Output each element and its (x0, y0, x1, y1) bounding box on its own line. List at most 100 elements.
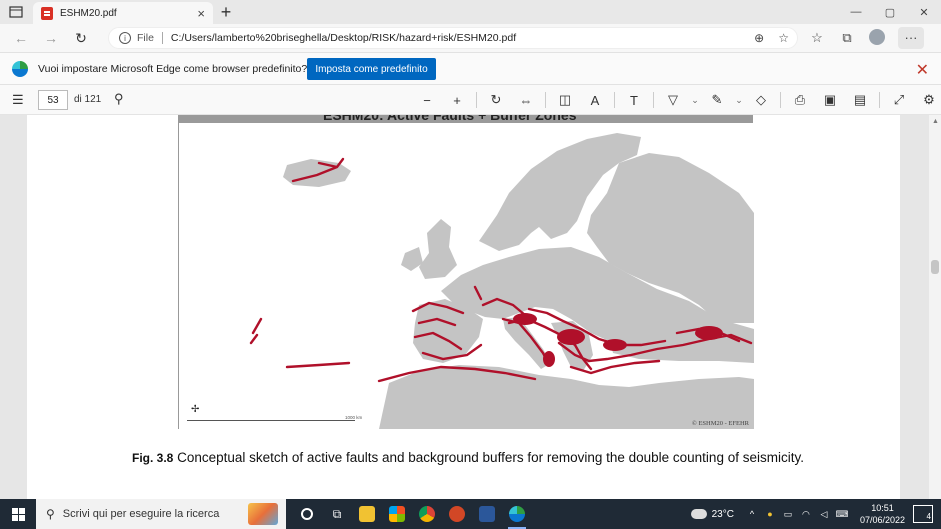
more-options-button[interactable]: ··· (898, 27, 924, 49)
address-bar[interactable]: i File C:/Users/lamberto%20briseghella/D… (108, 27, 798, 49)
vertical-scrollbar[interactable]: ▲ (929, 115, 941, 499)
tab-actions-icon (9, 6, 23, 18)
read-aloud-icon[interactable]: A (580, 93, 610, 108)
store-icon (389, 506, 405, 522)
scale-bar (187, 420, 355, 421)
settings-gear-icon[interactable]: ⚙ (914, 92, 941, 108)
read-aloud-icon[interactable]: ☆ (778, 31, 789, 45)
network-icon[interactable]: ◠ (798, 509, 814, 520)
edge-icon (509, 506, 525, 522)
weather-widget[interactable]: 23°C (690, 508, 734, 520)
pdf-page: ESHM20: Active Faults + Buffer Zones ✢ 1… (27, 115, 900, 499)
taskbar-app-explorer[interactable] (352, 499, 382, 529)
task-view-button[interactable]: ⧉ (322, 499, 352, 529)
refresh-icon: ↻ (75, 29, 87, 46)
default-browser-infobar: Vuoi impostare Microsoft Edge come brows… (0, 52, 941, 85)
task-view-icon: ⧉ (332, 506, 342, 521)
start-button[interactable] (0, 499, 36, 529)
search-icon[interactable]: ⚲ (114, 91, 124, 107)
tab-eshm20[interactable]: ESHM20.pdf × (33, 2, 213, 24)
url-text[interactable]: C:/Users/lamberto%20briseghella/Desktop/… (171, 32, 516, 44)
show-hidden-icons-icon[interactable]: ^ (744, 509, 760, 519)
cortana-icon (301, 508, 313, 520)
divider (879, 92, 880, 108)
highlight-icon[interactable]: ✎ (702, 92, 732, 108)
input-method-icon[interactable]: ⌨ (834, 509, 850, 520)
tab-actions-button[interactable] (0, 0, 32, 24)
divider (780, 92, 781, 108)
highlight-dropdown-icon[interactable]: ⌄ (732, 95, 746, 106)
info-icon[interactable]: i (119, 32, 131, 44)
cloud-icon (690, 509, 707, 519)
tab-close-button[interactable]: × (197, 6, 205, 21)
taskbar-search-box[interactable]: ⚲ Scrivi qui per eseguire la ricerca (36, 499, 286, 529)
taskbar-app-edge[interactable] (502, 499, 532, 529)
save-icon[interactable]: ▣ (815, 92, 845, 108)
battery-icon[interactable]: ▭ (780, 509, 796, 520)
erase-icon[interactable]: ◇ (746, 92, 776, 108)
close-window-button[interactable]: ✕ (907, 0, 941, 24)
zoom-icon[interactable]: ⊕ (754, 31, 764, 45)
fullscreen-icon[interactable]: ⤢ (884, 92, 914, 108)
save-as-icon[interactable]: ▤ (845, 92, 875, 108)
page-total: di 121 (74, 94, 102, 105)
table-of-contents-icon[interactable]: ☰ (12, 92, 24, 108)
notification-count: 4 (926, 512, 931, 521)
page-number-input[interactable]: 53 (38, 90, 68, 110)
avatar (869, 28, 885, 45)
page-view-icon[interactable]: ◫ (550, 92, 580, 108)
search-icon: ⚲ (46, 507, 55, 521)
europe-map-image (249, 133, 754, 429)
clock-time: 10:51 (871, 503, 894, 513)
taskbar-app-powerpoint[interactable] (442, 499, 472, 529)
divider (614, 92, 615, 108)
weather-temp: 23°C (711, 508, 734, 520)
divider (161, 32, 163, 44)
forward-arrow-icon: → (44, 30, 58, 46)
taskbar-app-chrome[interactable] (412, 499, 442, 529)
minimize-button[interactable]: — (839, 0, 873, 24)
divider (545, 92, 546, 108)
windows-taskbar: ⚲ Scrivi qui per eseguire la ricerca ⧉ 2… (0, 499, 941, 529)
notification-center-button[interactable]: 4 (913, 505, 933, 523)
draw-icon[interactable]: ▽ (658, 92, 688, 108)
pdf-toolbar: ☰ 53 di 121 ⚲ − + ↻ ⇔ ◫ A T ▽ ⌄ ✎ ⌄ ◇ ⎙ … (0, 85, 941, 115)
pdf-icon (41, 6, 53, 20)
scroll-thumb[interactable] (931, 260, 939, 274)
infobar-close-button[interactable]: ✕ (916, 60, 929, 80)
new-tab-button[interactable]: + (216, 1, 236, 23)
scroll-up-icon[interactable]: ▲ (932, 118, 939, 125)
divider (653, 92, 654, 108)
draw-dropdown-icon[interactable]: ⌄ (688, 95, 702, 106)
north-arrow-icon: ✢ (191, 404, 200, 415)
favorites-star-icon[interactable]: ☆ (808, 30, 826, 46)
norton-icon[interactable]: ● (762, 509, 778, 519)
search-highlight-image (248, 503, 278, 525)
system-tray: 23°C ^ ● ▭ ◠ ◁ ⌨ 10:51 07/06/2022 4 (690, 499, 941, 529)
print-icon[interactable]: ⎙ (785, 92, 815, 108)
zoom-out-icon[interactable]: − (412, 93, 442, 108)
refresh-button[interactable]: ↻ (66, 24, 96, 52)
taskbar-app-word[interactable] (472, 499, 502, 529)
collections-icon[interactable]: ⧉ (838, 30, 856, 46)
pdf-viewer[interactable]: ESHM20: Active Faults + Buffer Zones ✢ 1… (0, 115, 929, 499)
cortana-button[interactable] (292, 499, 322, 529)
file-explorer-icon (359, 506, 375, 522)
clock-date: 07/06/2022 (859, 515, 905, 525)
profile-button[interactable] (868, 28, 886, 48)
zoom-in-icon[interactable]: + (442, 93, 472, 108)
back-button[interactable]: ← (6, 24, 36, 52)
tab-strip: ESHM20.pdf × + — ▢ ✕ (0, 0, 941, 24)
taskbar-search-placeholder: Scrivi qui per eseguire la ricerca (62, 508, 220, 520)
volume-icon[interactable]: ◁ (816, 509, 832, 520)
rotate-icon[interactable]: ↻ (481, 92, 511, 108)
set-default-button[interactable]: Imposta come predefinito (307, 58, 436, 80)
map-title-strip: ESHM20: Active Faults + Buffer Zones (178, 115, 753, 123)
map-title: ESHM20: Active Faults + Buffer Zones (323, 115, 577, 123)
restore-button[interactable]: ▢ (873, 0, 907, 24)
clock[interactable]: 10:51 07/06/2022 (860, 502, 905, 526)
forward-button[interactable]: → (36, 24, 66, 52)
fit-page-icon[interactable]: ⇔ (511, 93, 541, 108)
taskbar-app-store[interactable] (382, 499, 412, 529)
add-text-icon[interactable]: T (619, 93, 649, 108)
